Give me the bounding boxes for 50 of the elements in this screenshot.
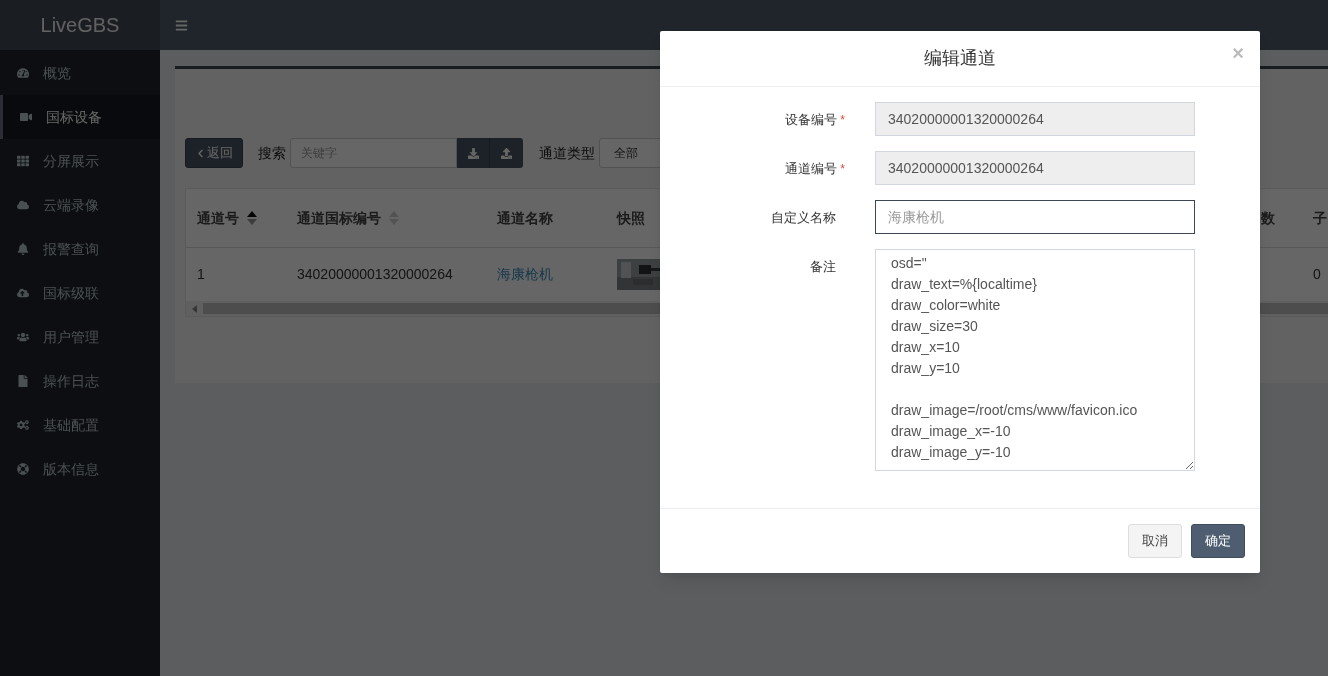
field-label: 通道编号 bbox=[785, 160, 838, 178]
notes-field[interactable]: osd=" draw_text=%{localtime} draw_color=white draw_size=30 draw_x=10 draw_y=10 draw_image=/root/cms/www/favicon.ico draw_image_x=-10 draw_image_y=-10 bbox=[875, 249, 1195, 471]
required-mark: * bbox=[840, 111, 845, 129]
back-button[interactable]: 返回 bbox=[185, 138, 243, 168]
sidebar-item[interactable]: 版本信息 bbox=[0, 447, 160, 491]
dashboard-icon bbox=[17, 67, 29, 79]
column-header: 子 bbox=[1313, 208, 1327, 228]
sidebar-item[interactable]: 国标级联 bbox=[0, 271, 160, 315]
cloud-icon bbox=[17, 199, 29, 211]
file-icon bbox=[17, 375, 29, 387]
field-label: 备注 bbox=[810, 258, 836, 276]
dialog-title: 编辑通道 bbox=[924, 47, 996, 70]
sort-icon[interactable] bbox=[247, 211, 257, 225]
column-header: 数 bbox=[1261, 208, 1275, 228]
required-mark: * bbox=[840, 160, 845, 178]
column-header: 通道国标编号 bbox=[297, 208, 381, 228]
upload-icon bbox=[501, 147, 512, 159]
sidebar-item[interactable]: 概览 bbox=[0, 51, 160, 95]
sidebar-item[interactable]: 国标设备 bbox=[0, 95, 160, 139]
cancel-button[interactable]: 取消 bbox=[1128, 524, 1182, 558]
readonly-field[interactable]: 34020000001320000264 bbox=[875, 102, 1195, 136]
close-button[interactable]: × bbox=[1232, 43, 1244, 63]
scroll-left-icon[interactable] bbox=[192, 304, 197, 313]
grid-icon bbox=[17, 155, 29, 167]
search-label: 搜索 bbox=[258, 143, 286, 163]
column-header: 通道名称 bbox=[497, 208, 553, 228]
table-cell: 34020000001320000264 bbox=[297, 266, 453, 282]
download-button[interactable] bbox=[457, 138, 490, 168]
gears-icon bbox=[17, 419, 29, 431]
upload-button[interactable] bbox=[490, 138, 523, 168]
bell-icon bbox=[17, 243, 29, 255]
table-cell: 0 bbox=[1313, 266, 1321, 282]
column-header: 通道号 bbox=[197, 208, 239, 228]
field-label: 设备编号 bbox=[785, 111, 838, 129]
confirm-button[interactable]: 确定 bbox=[1191, 524, 1245, 558]
table-cell: 1 bbox=[197, 266, 205, 282]
chevron-left-icon bbox=[195, 148, 205, 158]
lifebuoy-icon bbox=[17, 463, 29, 475]
readonly-field[interactable]: 34020000001320000264 bbox=[875, 151, 1195, 185]
field-label: 自定义名称 bbox=[771, 209, 836, 227]
column-header: 快照 bbox=[617, 208, 645, 228]
download-icon bbox=[467, 147, 479, 159]
video-camera-icon bbox=[20, 111, 32, 123]
name-field[interactable]: 海康枪机 bbox=[875, 200, 1195, 234]
app-logo: LiveGBS bbox=[40, 13, 120, 38]
cloud-upload-icon bbox=[17, 287, 29, 299]
menu-icon[interactable] bbox=[175, 18, 188, 32]
channel-type-label: 通道类型 bbox=[539, 143, 595, 163]
channel-name-link[interactable]: 海康枪机 bbox=[497, 266, 553, 282]
users-icon bbox=[17, 331, 29, 343]
